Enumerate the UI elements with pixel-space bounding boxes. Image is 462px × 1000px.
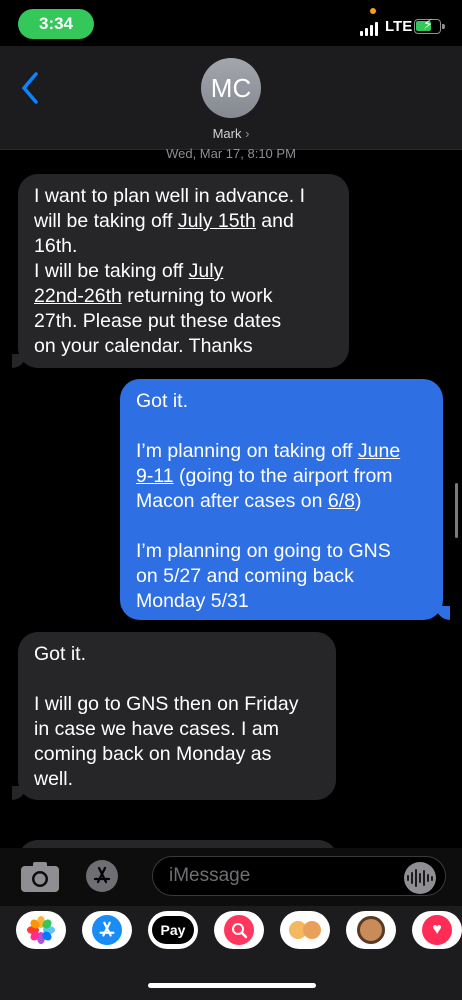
message-text: 27th. Please put these dates [34, 310, 282, 332]
privacy-indicator-dot [370, 8, 376, 14]
incoming-message-bubble[interactable]: Got it. I will go to GNS then on Friday … [18, 632, 336, 800]
message-text: I will go to GNS then on Friday [34, 693, 299, 715]
message-text: Macon after cases on [136, 490, 328, 512]
date-link[interactable]: 22nd-26th [34, 285, 122, 307]
scroll-indicator[interactable] [455, 483, 458, 538]
message-text: I’m planning on going to GNS [136, 540, 391, 562]
imessage-input[interactable] [152, 856, 446, 896]
memoji-face [303, 921, 321, 939]
message-text: 16th. [34, 235, 78, 257]
memoji-stickers-app[interactable] [280, 911, 330, 949]
digital-touch-app[interactable]: ♥ [412, 911, 462, 949]
date-link[interactable]: June [358, 440, 400, 462]
message-text: (going to the airport from [173, 465, 393, 487]
search-images-app[interactable] [214, 911, 264, 949]
photos-app[interactable] [16, 911, 66, 949]
battery-cap [442, 24, 445, 29]
status-time[interactable]: 3:34 [18, 9, 94, 39]
home-indicator[interactable] [148, 983, 316, 988]
message-input-bar [0, 848, 462, 906]
message-timestamp: Wed, Mar 17, 8:10 PM [166, 146, 296, 161]
audio-waveform-icon[interactable] [404, 862, 436, 894]
apple-pay-icon: Pay [152, 916, 194, 944]
contact-name-button[interactable]: Mark › [0, 126, 462, 141]
chevron-left-icon[interactable] [18, 68, 42, 108]
message-text: I want to plan well in advance. I [34, 185, 305, 207]
apple-pay-app[interactable]: Pay [148, 911, 198, 949]
date-link[interactable]: July [189, 260, 224, 282]
contact-avatar[interactable]: MC [201, 58, 261, 118]
message-text: well. [34, 768, 74, 790]
message-text: returning to work [121, 285, 273, 307]
photos-icon [27, 916, 55, 944]
message-text: Got it. [34, 643, 87, 665]
memoji-icon [289, 921, 321, 939]
heart-touch-icon: ♥ [422, 915, 452, 945]
date-link[interactable]: 6/8 [328, 490, 355, 512]
message-text: ) [354, 490, 362, 512]
message-text: will be taking off [34, 210, 178, 232]
message-text: Monday 5/31 [136, 590, 249, 612]
animoji-app[interactable] [346, 911, 396, 949]
message-text: I’m planning on taking off [136, 440, 358, 462]
bubble-tail [12, 354, 26, 368]
bubble-tail [436, 606, 450, 620]
message-text: I will be taking off [34, 260, 189, 282]
message-text: on 5/27 and coming back [136, 565, 354, 587]
bubble-tail [12, 786, 26, 800]
app-store-app[interactable] [82, 911, 132, 949]
camera-icon[interactable] [20, 861, 60, 893]
contact-name-label: Mark [212, 126, 242, 141]
incoming-message-bubble[interactable]: I want to plan well in advance. I will b… [18, 174, 349, 368]
status-bar: 3:34 LTE ⚡ [0, 0, 462, 46]
globe-search-icon [224, 915, 254, 945]
message-text: Got it. [136, 390, 189, 412]
outgoing-message-bubble[interactable]: Got it. I’m planning on taking off June … [120, 379, 443, 620]
cellular-signal-icon [360, 22, 378, 36]
message-text: and [255, 210, 294, 232]
date-link[interactable]: July 15th [178, 210, 256, 232]
message-text: in case we have cases. I am [34, 718, 279, 740]
animoji-icon [357, 916, 385, 944]
charging-bolt-icon: ⚡ [423, 16, 433, 32]
apple-pay-label: Pay [160, 922, 186, 938]
conversation-header: MC Mark › [0, 46, 462, 150]
app-store-glyph [93, 866, 111, 884]
message-text: coming back on Monday as [34, 743, 272, 765]
date-link[interactable]: 9-11 [136, 465, 174, 487]
message-text: on your calendar. Thanks [34, 335, 253, 357]
app-store-icon [92, 915, 122, 945]
chevron-right-icon: › [245, 126, 250, 141]
network-type-label: LTE [385, 18, 413, 35]
app-store-glyph [99, 921, 115, 937]
magnifier-glyph [232, 923, 248, 939]
app-store-icon[interactable] [86, 860, 118, 892]
